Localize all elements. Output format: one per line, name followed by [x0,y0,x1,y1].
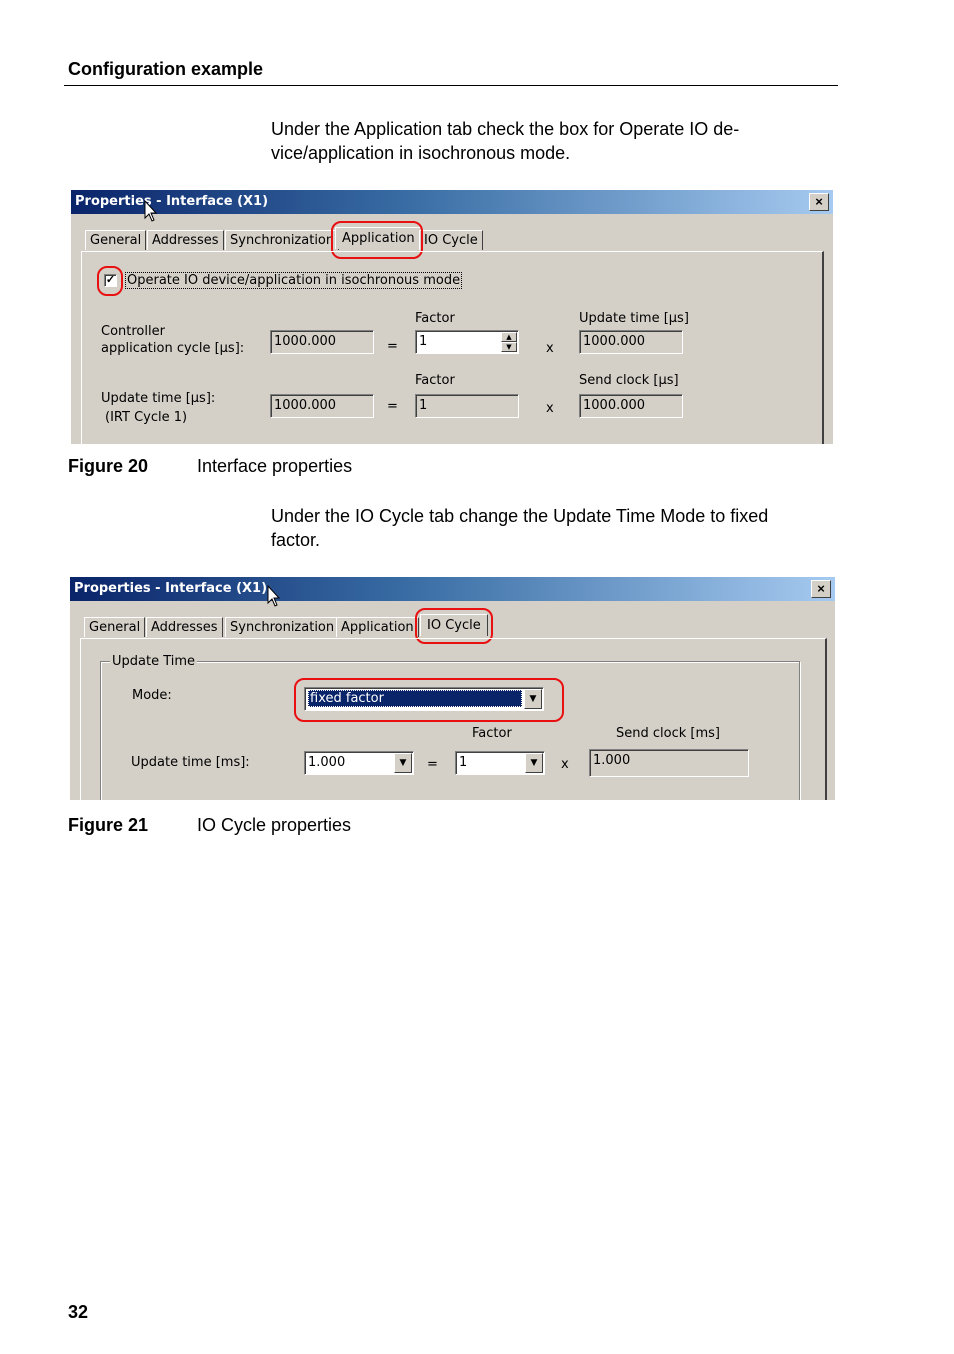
factor-field-2: 1 [415,394,519,418]
properties-dialog-application: Properties - Interface (X1) × General Ad… [70,190,833,444]
mouse-pointer-icon-2 [267,585,281,607]
irt-update-label-line1: Update time [µs]: [101,391,216,406]
tab-io-cycle[interactable]: IO Cycle [419,230,483,250]
times-sign-3: x [561,757,569,772]
times-sign: x [546,341,554,356]
figure-20-caption: Interface properties [197,456,353,476]
factor-spinner[interactable]: 1 ▲ ▼ [415,330,519,354]
close-button-2[interactable]: × [811,580,831,598]
update-time-group-label: Update Time [110,654,198,669]
equals-sign-2: = [387,399,398,414]
section-title: Configuration example [68,59,264,79]
controller-cycle-field: 1000.000 [270,330,374,354]
spin-up-icon[interactable]: ▲ [501,332,517,342]
update-time-label: Update time [µs] [579,311,689,326]
send-clock-field: 1000.000 [579,394,683,418]
figure-21-number: Figure 21 [68,815,149,835]
tab-synchronization-2[interactable]: Synchronization [225,617,340,637]
intro-2-line-1: Under the IO Cycle tab change the Update… [271,506,769,526]
figure-20-number: Figure 20 [68,456,149,476]
tab-general-2[interactable]: General [84,617,146,637]
send-clock-field-2: 1.000 [589,749,749,777]
intro-1-line-2: vice/application in isochronous mode. [271,143,571,163]
highlight-checkbox [97,266,123,296]
tab-general[interactable]: General [85,230,147,250]
controller-label-line1: Controller [101,324,165,339]
header-rule [64,85,838,86]
tab-addresses-2[interactable]: Addresses [146,617,223,637]
intro-paragraph-2: Under the IO Cycle tab change the Update… [271,504,811,552]
factor-label-2: Factor [415,373,455,388]
times-sign-2: x [546,401,554,416]
factor-select-value: 1 [459,755,468,770]
factor-label-3: Factor [472,726,512,741]
figure-21-caption: IO Cycle properties [197,815,352,835]
update-time-select[interactable]: 1.000 ▼ [304,751,414,775]
dialog-title-2: Properties - Interface (X1) [74,581,268,596]
mouse-pointer-icon [144,200,158,222]
equals-sign: = [387,339,398,354]
spinner-buttons[interactable]: ▲ ▼ [501,332,517,352]
dialog-titlebar-2[interactable]: Properties - Interface (X1) × [70,577,835,601]
update-time-select-value: 1.000 [308,755,346,770]
isochronous-checkbox-label: Operate IO device/application in isochro… [125,272,463,289]
dialog-titlebar[interactable]: Properties - Interface (X1) × [71,190,833,214]
mode-label: Mode: [132,688,172,703]
intro-paragraph-1: Under the Application tab check the box … [271,117,811,165]
intro-2-line-2: factor. [271,530,321,550]
controller-label-line2: application cycle [µs]: [101,341,245,356]
equals-sign-3: = [427,757,438,772]
properties-dialog-io-cycle: Properties - Interface (X1) × General Ad… [69,577,835,800]
tab-synchronization[interactable]: Synchronization [225,230,340,250]
spin-down-icon[interactable]: ▼ [501,342,517,352]
dialog-title: Properties - Interface (X1) [75,194,269,209]
factor-spinner-value: 1 [419,334,428,349]
send-clock-label: Send clock [µs] [579,373,679,388]
irt-update-label-line2: (IRT Cycle 1) [105,410,188,425]
page-number: 32 [68,1302,89,1322]
factor-select[interactable]: 1 ▼ [455,751,545,775]
chevron-down-icon-3[interactable]: ▼ [525,753,543,773]
close-button[interactable]: × [809,193,829,211]
tab-addresses[interactable]: Addresses [147,230,224,250]
irt-update-field: 1000.000 [270,394,374,418]
highlight-mode-select [294,678,564,722]
send-clock-label-2: Send clock [ms] [616,726,720,741]
intro-1-line-1: Under the Application tab check the box … [271,119,740,139]
chevron-down-icon-2[interactable]: ▼ [394,753,412,773]
update-time-label-2: Update time [ms]: [131,755,250,770]
tab-application-2[interactable]: Application [336,617,419,637]
update-time-field: 1000.000 [579,330,683,354]
factor-label: Factor [415,311,455,326]
